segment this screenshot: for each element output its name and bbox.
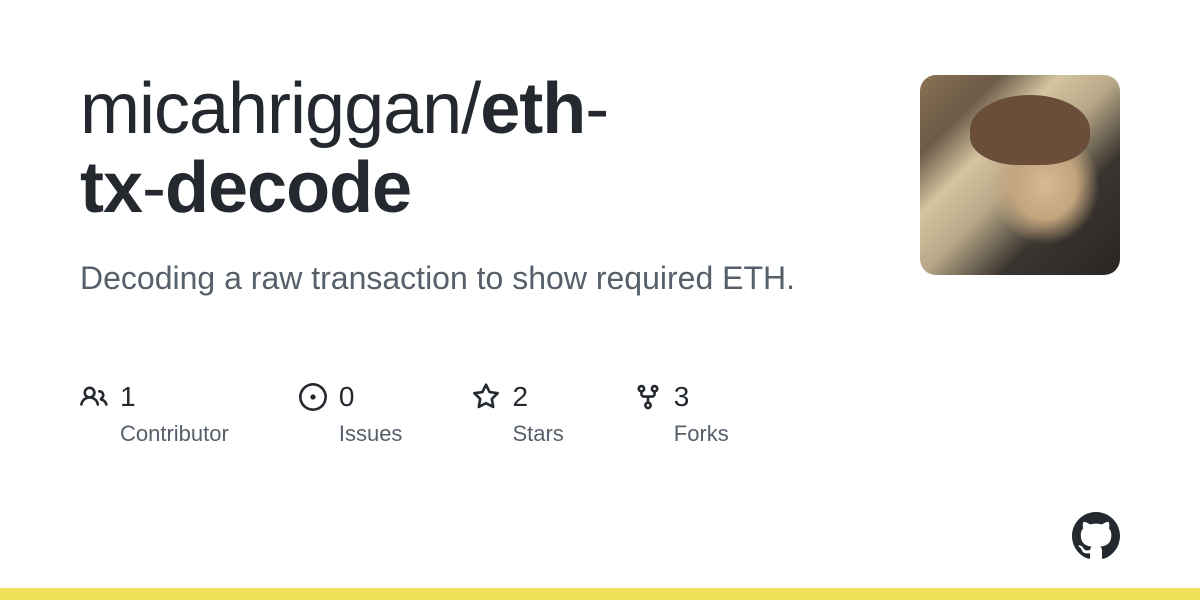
contributors-value: 1 <box>120 381 136 413</box>
repo-name-part-2: tx <box>80 148 142 228</box>
star-icon <box>472 383 500 411</box>
title-block: micahriggan/eth-tx-decode Decoding a raw… <box>80 70 880 301</box>
forks-value: 3 <box>674 381 690 413</box>
forks-label: Forks <box>674 421 729 447</box>
stat-forks: 3 Forks <box>634 381 729 447</box>
owner-avatar <box>920 75 1120 275</box>
header-row: micahriggan/eth-tx-decode Decoding a raw… <box>80 70 1120 301</box>
stat-contributors: 1 Contributor <box>80 381 229 447</box>
repo-title: micahriggan/eth-tx-decode <box>80 70 880 228</box>
repo-owner: micahriggan <box>80 69 461 149</box>
repo-name-part-1: eth <box>480 69 585 149</box>
github-logo-icon <box>1072 512 1120 560</box>
stars-value: 2 <box>512 381 528 413</box>
issues-value: 0 <box>339 381 355 413</box>
people-icon <box>80 383 108 411</box>
issue-icon <box>299 383 327 411</box>
repo-description: Decoding a raw transaction to show requi… <box>80 256 880 301</box>
stars-label: Stars <box>512 421 563 447</box>
language-color-bar <box>0 588 1200 600</box>
stat-issues: 0 Issues <box>299 381 403 447</box>
fork-icon <box>634 383 662 411</box>
repo-name-part-3: decode <box>165 148 411 228</box>
contributors-label: Contributor <box>120 421 229 447</box>
social-card: micahriggan/eth-tx-decode Decoding a raw… <box>0 0 1200 600</box>
issues-label: Issues <box>339 421 403 447</box>
stats-row: 1 Contributor 0 Issues 2 Stars <box>80 381 1120 447</box>
stat-stars: 2 Stars <box>472 381 563 447</box>
